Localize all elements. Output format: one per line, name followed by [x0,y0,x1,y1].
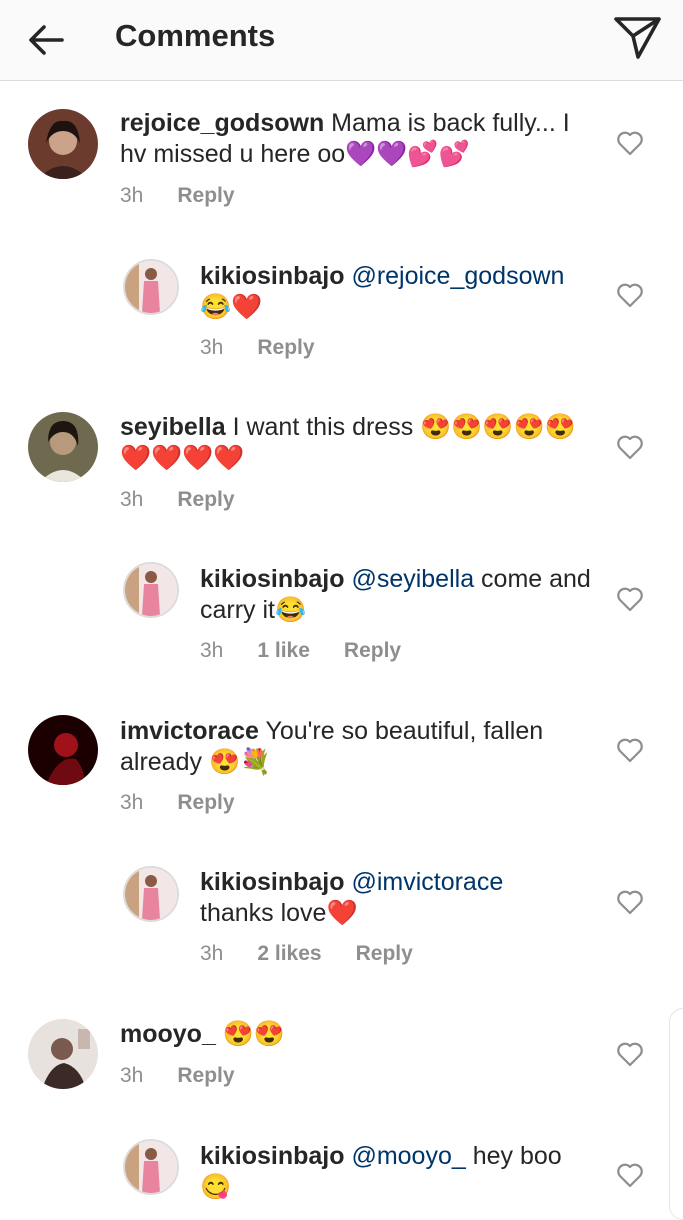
mention-link[interactable]: @mooyo_ [351,1142,465,1170]
arrow-left-icon [29,25,64,55]
comment-time: 3h [120,1064,144,1087]
likes-count[interactable]: 1 like [257,638,310,664]
avatar[interactable] [123,866,179,922]
comment-username[interactable]: kikiosinbajo [200,868,344,896]
mention-link[interactable]: @rejoice_godsown [351,262,564,290]
comment-text: rejoice_godsown Mama is back fully... I … [120,108,600,170]
mention-link[interactable]: @imvictorace [351,868,503,896]
comment-meta: 3h Reply [120,790,269,816]
comment-text: kikiosinbajo @imvictorace thanks love❤️ [200,867,610,929]
comment-text: mooyo_ 😍😍 [120,1019,590,1050]
reply-button[interactable]: Reply [177,487,234,513]
comment-text: kikiosinbajo @mooyo_ hey boo 😋 [200,1141,610,1203]
back-button[interactable] [24,18,68,62]
reply-button[interactable]: Reply [257,335,314,361]
comment-text: seyibella I want this dress 😍😍😍😍😍❤️❤️❤️❤… [120,412,590,474]
comment-meta: 3h 1 like Reply [200,638,435,664]
reply-button[interactable]: Reply [344,638,401,664]
comment-username[interactable]: kikiosinbajo [200,262,344,290]
reply-button[interactable]: Reply [356,941,413,967]
reply-button[interactable]: Reply [177,790,234,816]
avatar[interactable] [123,259,179,315]
top-bar: Comments [0,0,683,81]
reply-button[interactable]: Reply [177,183,234,209]
comment-meta: 3h Reply [200,335,349,361]
edge-panel-handle[interactable] [669,1008,683,1220]
avatar[interactable] [28,412,98,482]
heart-outline-icon[interactable] [616,1162,644,1188]
avatar[interactable] [28,1019,98,1089]
comment-time: 3h [120,791,144,814]
comment-meta: 3h 2 likes Reply [200,941,447,967]
page-title: Comments [115,18,276,53]
comment-username[interactable]: seyibella [120,413,226,441]
comment-username[interactable]: rejoice_godsown [120,109,324,137]
heart-outline-icon[interactable] [616,282,644,308]
avatar[interactable] [123,1139,179,1195]
comment-username[interactable]: kikiosinbajo [200,1142,344,1170]
heart-outline-icon[interactable] [616,130,644,156]
avatar[interactable] [123,562,179,618]
comment-meta: 3h Reply [120,1063,269,1089]
paper-plane-icon [614,17,661,59]
comment-body: 😂❤️ [200,293,263,321]
comment-username[interactable]: kikiosinbajo [200,565,344,593]
heart-outline-icon[interactable] [616,737,644,763]
avatar[interactable] [28,715,98,785]
comment-time: 3h [120,184,144,207]
comment-time: 3h [200,336,224,359]
heart-outline-icon[interactable] [616,586,644,612]
heart-outline-icon[interactable] [616,434,644,460]
comment-username[interactable]: imvictorace [120,717,259,745]
comment-time: 3h [200,942,224,965]
comment-meta: 3h Reply [120,487,269,513]
heart-outline-icon[interactable] [616,1041,644,1067]
heart-outline-icon[interactable] [616,889,644,915]
share-button[interactable] [612,14,664,62]
comment-text: kikiosinbajo @seyibella come and carry i… [200,564,610,626]
comment-text: kikiosinbajo @rejoice_godsown 😂❤️ [200,261,610,323]
comment-body: thanks love❤️ [200,899,358,927]
comment-meta: 3h Reply [120,183,269,209]
avatar[interactable] [28,109,98,179]
comment-text: imvictorace You're so beautiful, fallen … [120,716,590,778]
comment-time: 3h [120,488,144,511]
comment-body: 😍😍 [215,1020,286,1048]
reply-button[interactable]: Reply [177,1063,234,1089]
mention-link[interactable]: @seyibella [351,565,474,593]
comment-time: 3h [200,639,224,662]
likes-count[interactable]: 2 likes [257,941,321,967]
comment-username[interactable]: mooyo_ [120,1020,216,1048]
